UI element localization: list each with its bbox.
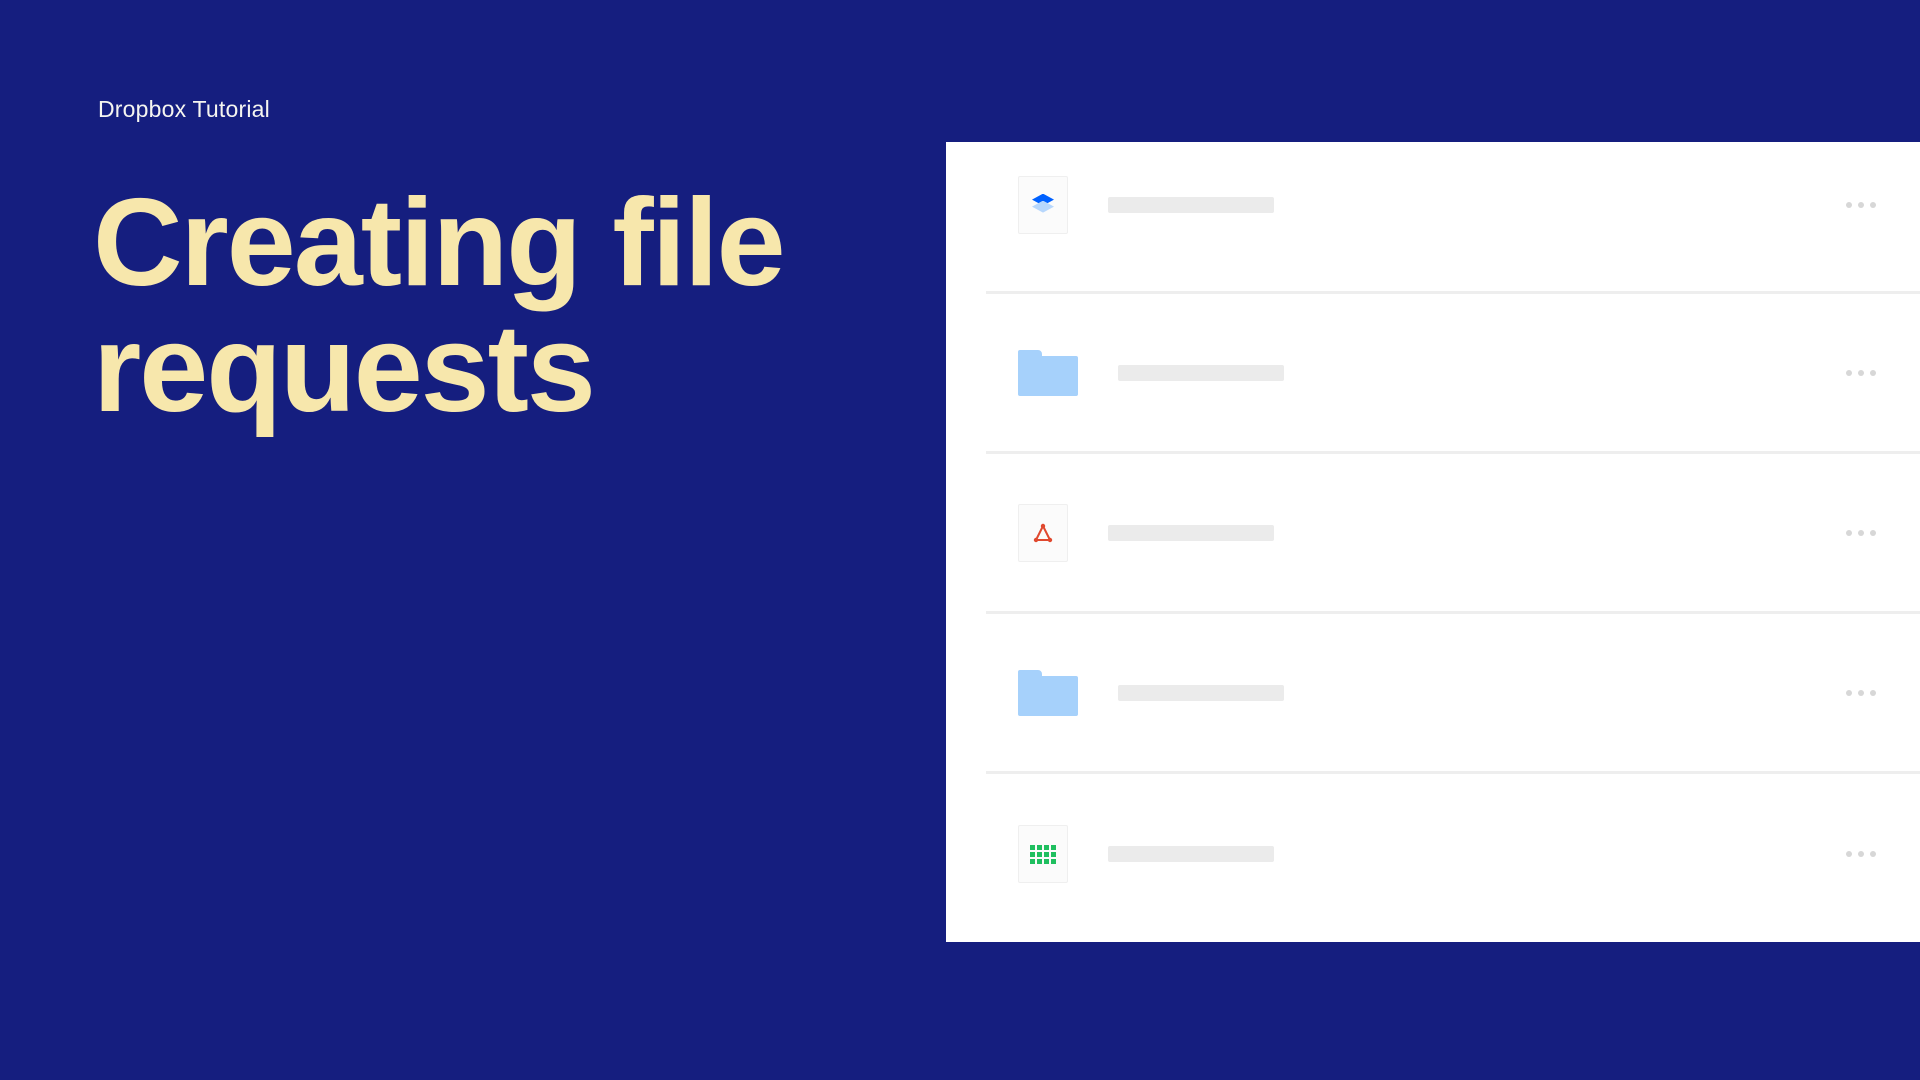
eyebrow-text: Dropbox Tutorial <box>98 96 270 123</box>
file-row[interactable] <box>986 454 1920 614</box>
more-options-icon[interactable] <box>1846 851 1876 857</box>
file-list-panel <box>946 142 1920 942</box>
filename-placeholder <box>1118 685 1284 701</box>
more-options-icon[interactable] <box>1846 370 1876 376</box>
file-row[interactable] <box>986 294 1920 454</box>
pdf-icon <box>1018 504 1068 562</box>
more-options-icon[interactable] <box>1846 690 1876 696</box>
headline-line-1: Creating file <box>93 174 784 312</box>
file-row[interactable] <box>986 614 1920 774</box>
folder-icon <box>1018 348 1078 398</box>
more-options-icon[interactable] <box>1846 530 1876 536</box>
dropbox-file-icon <box>1018 176 1068 234</box>
filename-placeholder <box>1118 365 1284 381</box>
filename-placeholder <box>1108 197 1274 213</box>
filename-placeholder <box>1108 846 1274 862</box>
filename-placeholder <box>1108 525 1274 541</box>
folder-icon <box>1018 668 1078 718</box>
headline-line-2: requests <box>93 300 594 438</box>
slide-stage: Dropbox Tutorial Creating file requests <box>0 0 1920 1080</box>
spreadsheet-icon <box>1018 825 1068 883</box>
file-row[interactable] <box>986 774 1920 934</box>
file-row[interactable] <box>986 142 1920 294</box>
more-options-icon[interactable] <box>1846 202 1876 208</box>
slide-headline: Creating file requests <box>93 180 784 433</box>
